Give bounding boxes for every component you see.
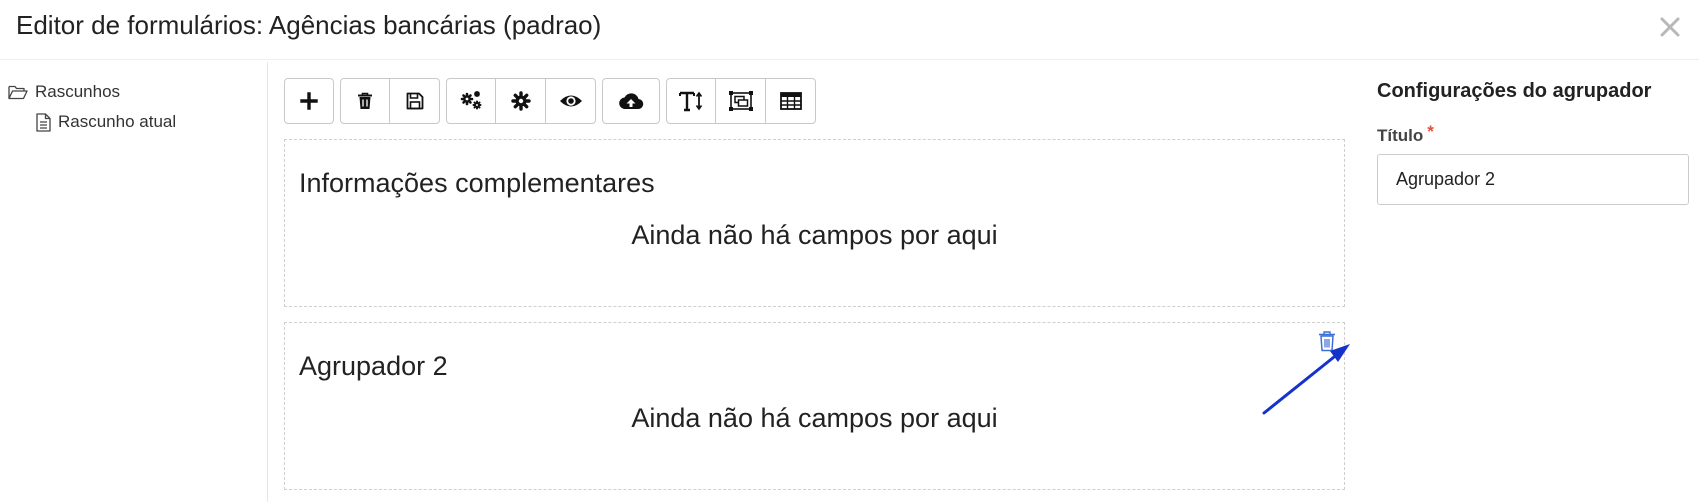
toolbar-group-add [284,78,334,124]
close-icon[interactable] [1655,12,1685,42]
tree-item-rascunho-atual[interactable]: Rascunho atual [36,112,176,132]
form-group-panel[interactable]: Agrupador 2 Ainda não há campos por aqui [284,322,1350,490]
empty-fields-message: Ainda não há campos por aqui [631,220,998,250]
settings-button[interactable] [496,78,546,124]
modal-header: Editor de formulários: Agências bancária… [0,0,1699,60]
drafts-tree: Rascunhos Rascunho atual [0,62,268,502]
toolbar-group-edit [340,78,440,124]
group-container-button[interactable] [716,78,766,124]
save-button[interactable] [390,78,440,124]
tree-item-label: Rascunhos [35,82,121,101]
folder-open-icon [8,85,28,100]
trash-icon [358,92,372,109]
plus-icon [300,92,318,110]
group-title: Agrupador 2 [299,351,448,381]
object-group-icon [728,91,753,111]
group-title: Informações complementares [299,168,655,198]
delete-button[interactable] [340,78,390,124]
preview-button[interactable] [546,78,596,124]
table-button[interactable] [766,78,816,124]
title-field-label: Título * [1377,122,1434,146]
form-group-panel[interactable]: Informações complementares Ainda não há … [284,139,1345,307]
save-icon [406,92,423,110]
gear-icon [510,91,531,111]
config-panel-title: Configurações do agrupador [1377,80,1652,102]
toolbar-group-layout [666,78,816,124]
text-height-icon [679,91,703,112]
table-icon [779,92,802,110]
editor-toolbar [284,78,816,124]
toolbar-group-settings [446,78,596,124]
add-button[interactable] [284,78,334,124]
cloud-upload-icon [619,93,644,110]
modal-title: Editor de formulários: Agências bancária… [16,10,602,40]
empty-fields-message: Ainda não há campos por aqui [631,403,998,433]
eye-icon [559,95,582,107]
field-label-text: Título [1377,126,1424,145]
advanced-settings-button[interactable] [446,78,496,124]
gears-icon [460,91,482,110]
annotation-arrow [1262,344,1350,415]
text-size-button[interactable] [666,78,716,124]
file-icon [36,112,51,132]
form-editor-canvas: Informações complementares Ainda não há … [268,62,1361,502]
tree-item-label: Rascunho atual [58,112,177,131]
publish-button[interactable] [602,78,660,124]
group-title-input[interactable] [1377,154,1689,205]
required-marker: * [1427,122,1434,141]
tree-item-rascunhos[interactable]: Rascunhos [8,82,120,102]
group-config-panel: Configurações do agrupador Título * [1361,62,1699,502]
toolbar-group-publish [602,78,660,124]
